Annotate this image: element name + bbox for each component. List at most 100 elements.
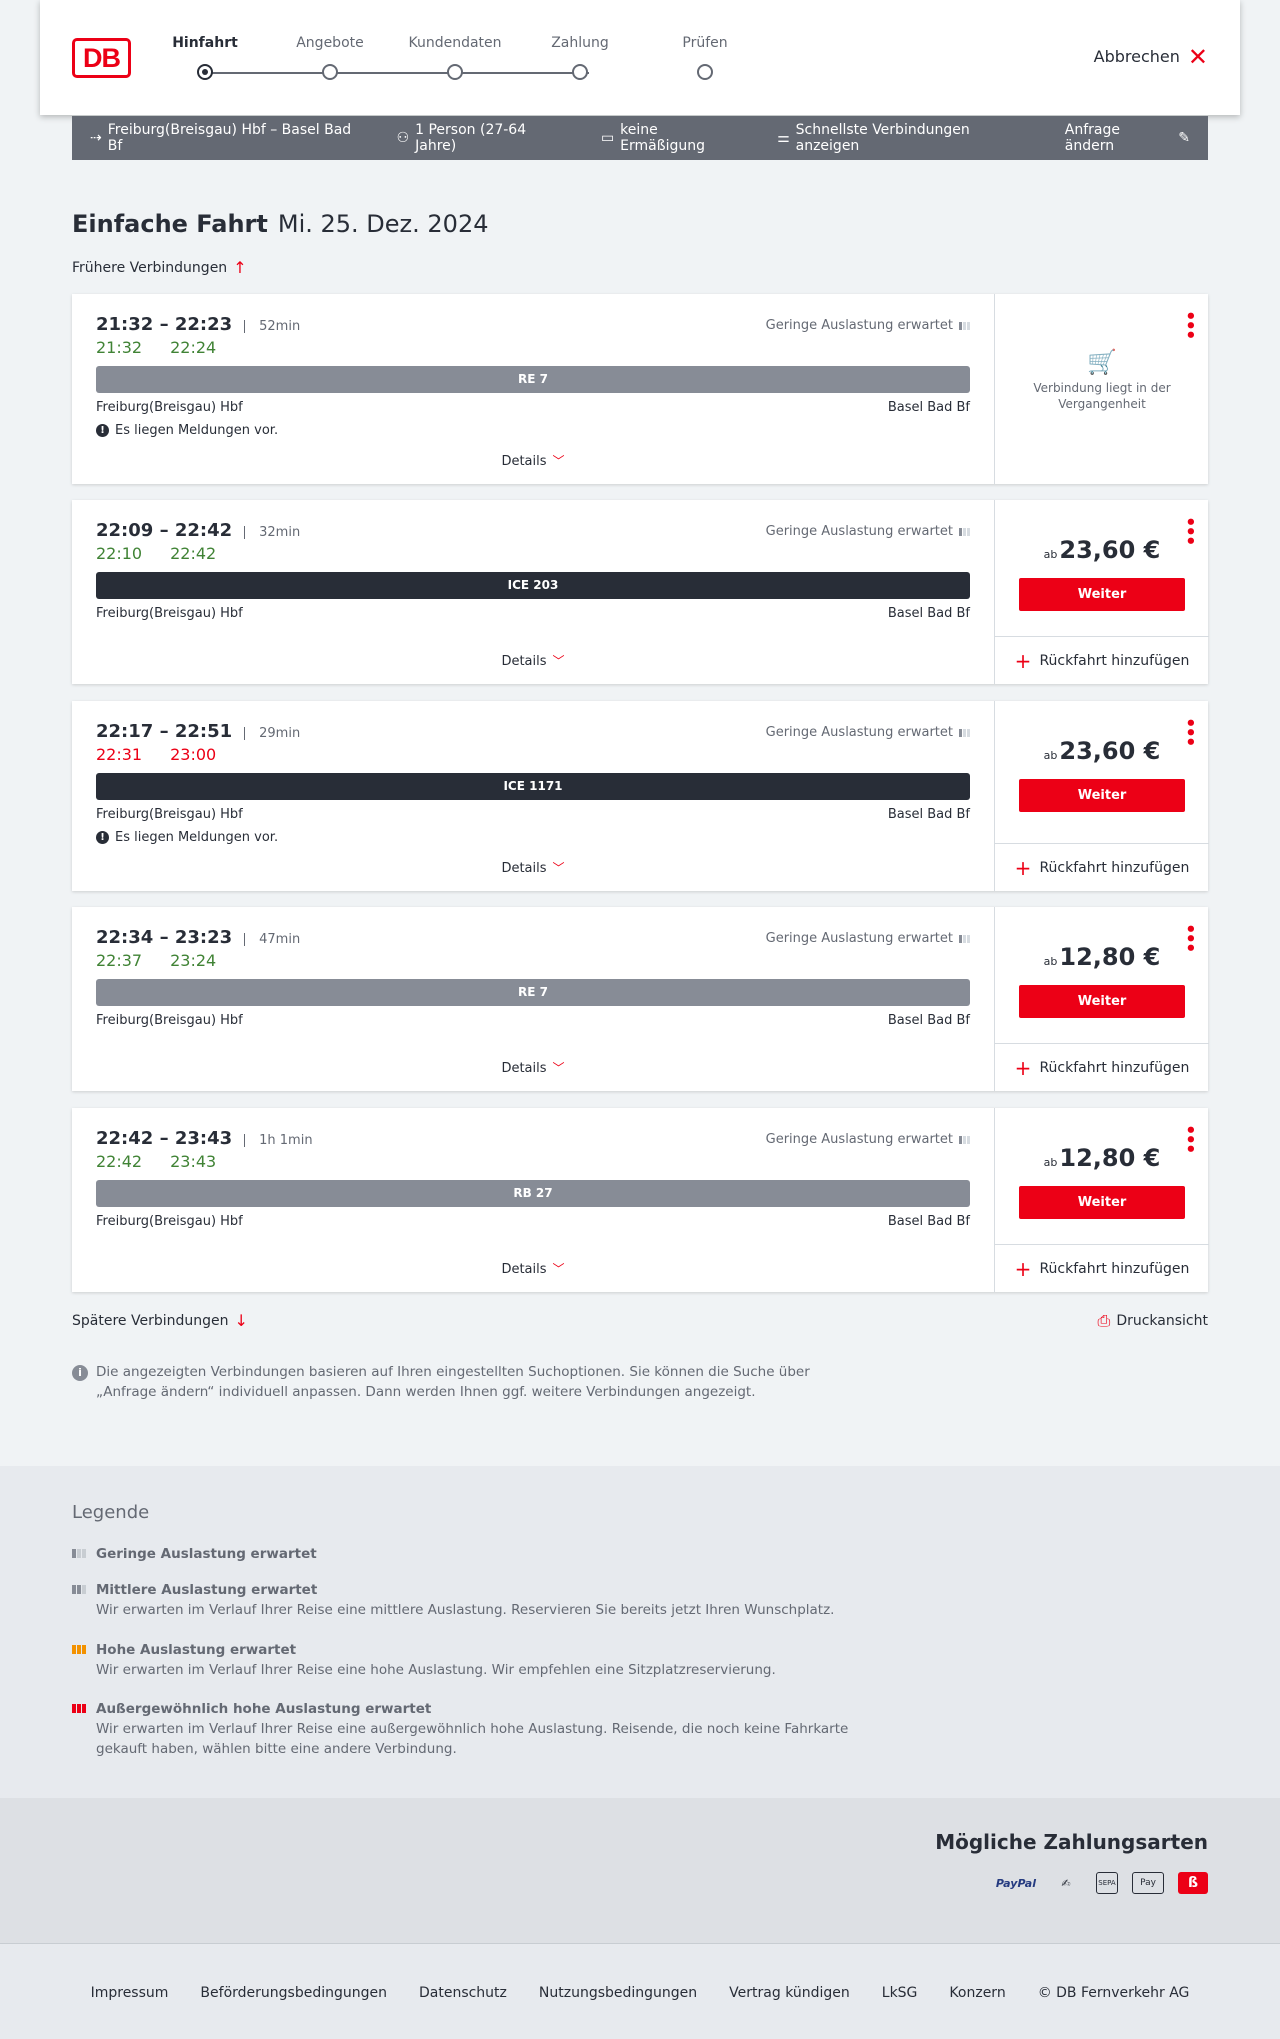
message-label: Es liegen Meldungen vor. bbox=[115, 423, 279, 438]
step-label: Zahlung bbox=[551, 35, 609, 51]
card-icon: ▭ bbox=[600, 130, 615, 146]
fastest-toggle[interactable]: ⚌ Schnellste Verbindungen anzeigen bbox=[777, 122, 1031, 154]
footer-link-nutzungsbedingungen[interactable]: Nutzungsbedingungen bbox=[539, 1985, 697, 2001]
filter-icon: ⚌ bbox=[777, 130, 790, 146]
realtime-times: 22:42 23:43 bbox=[96, 1152, 244, 1171]
direct-debit-icon: ✍ bbox=[1061, 1876, 1071, 1890]
step-label: Hinfahrt bbox=[172, 35, 238, 51]
realtime-arrival: 22:42 bbox=[170, 544, 217, 563]
continue-button[interactable]: Weiter bbox=[1019, 1186, 1185, 1219]
step-hinfahrt: Hinfahrt bbox=[140, 35, 270, 80]
price-prefix: ab bbox=[1043, 955, 1058, 968]
return-label: Rückfahrt hinzufügen bbox=[1039, 652, 1190, 669]
footer-link-befoerderungsbedingungen[interactable]: Beförderungsbedingungen bbox=[200, 1985, 387, 2001]
message-label: Es liegen Meldungen vor. bbox=[115, 830, 279, 845]
occupancy-indicator: Geringe Auslastung erwartet bbox=[766, 725, 970, 740]
alert-icon: ! bbox=[96, 424, 109, 437]
price-value: 12,80 € bbox=[1059, 943, 1161, 971]
change-request-button[interactable]: Anfrage ändern ✎ bbox=[1065, 122, 1190, 154]
past-label: Verbindung liegt in der Vergangenheit bbox=[1033, 381, 1171, 411]
train-bar[interactable]: RE 7 bbox=[96, 979, 970, 1006]
departure-station: Freiburg(Breisgau) Hbf bbox=[96, 1013, 243, 1028]
earlier-label: Frühere Verbindungen bbox=[72, 259, 228, 276]
legend-item-very-high: Außergewöhnlich hohe Auslastung erwartet… bbox=[72, 1699, 872, 1759]
train-bar[interactable]: ICE 1171 bbox=[96, 773, 970, 800]
cancel-button[interactable]: Abbrechen ✕ bbox=[1094, 42, 1208, 71]
continue-button[interactable]: Weiter bbox=[1019, 779, 1185, 812]
alert-icon: ! bbox=[96, 831, 109, 844]
add-return-button[interactable]: + Rückfahrt hinzufügen bbox=[995, 636, 1209, 684]
realtime-times: 22:31 23:00 bbox=[96, 745, 244, 764]
payment-icons: PayPal ✍ SEPA Pay ß bbox=[996, 1872, 1208, 1894]
occupancy-label: Geringe Auslastung erwartet bbox=[765, 1132, 953, 1147]
route-summary: ⇢ Freiburg(Breisgau) Hbf – Basel Bad Bf bbox=[90, 122, 363, 154]
connection-times: 22:17 – 22:51 29min bbox=[96, 721, 300, 742]
realtime-departure: 22:31 bbox=[96, 745, 143, 764]
later-connections-link[interactable]: Spätere Verbindungen ↓ bbox=[72, 1311, 248, 1330]
pencil-icon: ✎ bbox=[1178, 130, 1190, 146]
details-toggle[interactable]: Details ﹀ bbox=[72, 859, 994, 876]
connection-card: 22:34 – 23:23 47min 22:37 23:24 Geringe Au… bbox=[72, 907, 1209, 1091]
step-dot bbox=[197, 64, 213, 80]
add-return-button[interactable]: + Rückfahrt hinzufügen bbox=[995, 1043, 1209, 1091]
occupancy-low-icon bbox=[72, 1549, 86, 1558]
realtime-times: 21:32 22:24 bbox=[96, 338, 244, 357]
details-toggle[interactable]: Details ﹀ bbox=[72, 452, 994, 469]
legend-title: Legende bbox=[72, 1502, 150, 1523]
info-icon: i bbox=[72, 1365, 88, 1381]
continue-button[interactable]: Weiter bbox=[1019, 985, 1185, 1018]
add-return-button[interactable]: + Rückfahrt hinzufügen bbox=[995, 843, 1209, 891]
occupancy-label: Geringe Auslastung erwartet bbox=[765, 318, 953, 333]
continue-button[interactable]: Weiter bbox=[1019, 578, 1185, 611]
footer-link-lksg[interactable]: LkSG bbox=[882, 1985, 918, 2001]
more-options-icon[interactable]: ••• bbox=[1179, 310, 1200, 339]
step-label: Prüfen bbox=[682, 35, 728, 51]
details-toggle[interactable]: Details ﹀ bbox=[72, 652, 994, 669]
offer-panel: ••• ab23,60 € Weiter + Rückfahrt hinzufüg… bbox=[994, 500, 1209, 684]
return-label: Rückfahrt hinzufügen bbox=[1039, 859, 1190, 876]
chevron-down-icon: ﹀ bbox=[552, 1061, 565, 1075]
train-bar[interactable]: RE 7 bbox=[96, 366, 970, 393]
footer-link-datenschutz[interactable]: Datenschutz bbox=[419, 1985, 507, 2001]
add-return-button[interactable]: + Rückfahrt hinzufügen bbox=[995, 1244, 1209, 1292]
legend-item-high: Hohe Auslastung erwartet Wir erwarten im … bbox=[72, 1640, 872, 1680]
offer-panel: ••• ab12,80 € Weiter + Rückfahrt hinzufüg… bbox=[994, 1108, 1209, 1292]
price: ab12,80 € bbox=[995, 943, 1209, 971]
details-toggle[interactable]: Details ﹀ bbox=[72, 1059, 994, 1076]
arrow-right-icon: ⇢ bbox=[90, 130, 102, 146]
connection-info: 21:32 – 22:23 52min 21:32 22:24 Geringe Au… bbox=[72, 294, 994, 484]
arrival-station: Basel Bad Bf bbox=[887, 400, 970, 415]
duration: 47min bbox=[244, 933, 300, 946]
step-dot bbox=[447, 64, 463, 80]
earlier-connections-link[interactable]: Frühere Verbindungen ↑ bbox=[72, 258, 247, 277]
person-icon: ⚇ bbox=[396, 130, 410, 146]
price-value: 12,80 € bbox=[1059, 1144, 1161, 1172]
connection-info: 22:17 – 22:51 29min 22:31 23:00 Geringe Au… bbox=[72, 701, 994, 891]
train-bar[interactable]: RB 27 bbox=[96, 1180, 970, 1207]
trip-date: Mi. 25. Dez. 2024 bbox=[277, 210, 489, 238]
departure-station: Freiburg(Breisgau) Hbf bbox=[96, 400, 243, 415]
payment-methods-section: Mögliche Zahlungsarten PayPal ✍ SEPA Pay… bbox=[0, 1798, 1280, 1943]
realtime-departure: 22:37 bbox=[96, 951, 143, 970]
footer-link-konzern[interactable]: Konzern bbox=[949, 1985, 1005, 2001]
message-notice: ! Es liegen Meldungen vor. bbox=[96, 830, 278, 845]
print-label: Druckansicht bbox=[1116, 1313, 1208, 1329]
train-bar[interactable]: ICE 203 bbox=[96, 572, 970, 599]
legend-item-title: Mittlere Auslastung erwartet bbox=[96, 1582, 318, 1598]
footer-link-impressum[interactable]: Impressum bbox=[91, 1985, 169, 2001]
connection-times: 22:42 – 23:43 1h 1min bbox=[96, 1128, 313, 1149]
printer-icon: ⎙ bbox=[1097, 1311, 1111, 1330]
scheduled-times: 22:42 – 23:43 bbox=[96, 1128, 233, 1149]
footer-link-vertrag-kuendigen[interactable]: Vertrag kündigen bbox=[729, 1985, 850, 2001]
footer: Impressum Beförderungsbedingungen Datens… bbox=[0, 1943, 1280, 2039]
arrival-station: Basel Bad Bf bbox=[887, 1013, 970, 1028]
plus-icon: + bbox=[1014, 1055, 1032, 1080]
db-logo[interactable]: DB bbox=[72, 38, 131, 78]
close-icon: ✕ bbox=[1187, 42, 1208, 71]
paypal-icon: PayPal bbox=[995, 1876, 1036, 1890]
details-toggle[interactable]: Details ﹀ bbox=[72, 1260, 994, 1277]
persons-label: 1 Person (27-64 Jahre) bbox=[415, 122, 527, 154]
realtime-times: 22:10 22:42 bbox=[96, 544, 244, 563]
print-view-link[interactable]: ⎙ Druckansicht bbox=[1098, 1311, 1208, 1331]
step-label: Angebote bbox=[296, 35, 364, 51]
